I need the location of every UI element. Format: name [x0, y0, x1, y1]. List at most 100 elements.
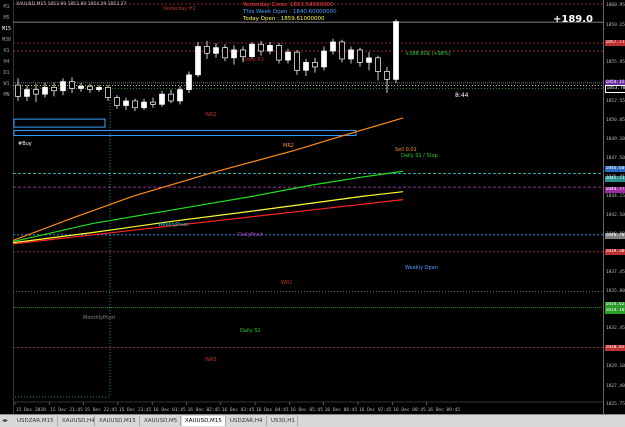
price-tick: 1825.75: [606, 402, 625, 408]
time-label: 16 Dec 03:45: [222, 407, 255, 413]
timeframe-h1[interactable]: H1: [0, 48, 13, 55]
candle-body: [357, 49, 363, 63]
candle-body: [339, 41, 345, 60]
zone-box-2: [13, 129, 357, 136]
price-tick: 1859.25: [606, 22, 625, 28]
timeframe-d1[interactable]: D1: [0, 70, 13, 77]
mr2-label: MR2: [283, 143, 294, 149]
candle-body: [150, 101, 156, 105]
price-tag: 1845.71: [605, 176, 625, 183]
price-tick: 1850.85: [606, 117, 625, 123]
chart-tab[interactable]: USDZAR,H4: [227, 416, 267, 426]
zone-box-1: [13, 118, 106, 128]
price-tick: 1835.80: [606, 288, 625, 294]
wr2-label: WR2: [205, 112, 217, 118]
price-tag: 1857.71: [605, 39, 625, 46]
yesterday-close-text: Yesterday Close: 1853.54000000: [243, 2, 334, 8]
candle-body: [222, 47, 228, 59]
candle-body: [204, 46, 210, 54]
time-label: 15 Dec 2020: [16, 407, 46, 413]
time-label: 15 Dec 22:45: [85, 407, 118, 413]
daily-s1-label: Daily S1: [240, 328, 261, 334]
candle: [159, 90, 165, 107]
price-tick: 1829.10: [606, 364, 625, 370]
price-tick: 1832.45: [606, 326, 625, 332]
candle: [330, 38, 336, 55]
price-tag: 1846.60: [605, 166, 625, 172]
candle: [60, 78, 66, 96]
timeframe-m30[interactable]: M30: [0, 37, 13, 44]
timeframe-w1[interactable]: W1: [0, 81, 13, 88]
price-tick: 1837.45: [606, 269, 625, 275]
candle: [177, 86, 183, 105]
profit-display: +189.0: [553, 14, 594, 25]
daily-pivot-label: DailyPivot: [238, 232, 263, 238]
time-label: 15 Dec 23:45: [119, 407, 152, 413]
time-label: 15 Dec 21:45: [50, 407, 83, 413]
candle: [15, 78, 21, 101]
candle: [393, 19, 399, 83]
candle-body: [393, 21, 399, 80]
timeframe-h4[interactable]: H4: [0, 59, 13, 66]
candle: [69, 77, 75, 94]
price-tick: 1842.50: [606, 212, 625, 218]
chart-tab[interactable]: XAUUSD,M15: [182, 416, 226, 426]
candle-body: [321, 50, 327, 68]
candle: [123, 97, 129, 111]
week-open-label: This Week Open: [243, 9, 288, 15]
chart-tab[interactable]: XAUUSD,M15: [96, 416, 140, 426]
candle-body: [87, 85, 93, 90]
chart-tab[interactable]: XAUUSD,H4: [59, 416, 95, 426]
price-tick: 1844.15: [606, 193, 625, 199]
candle: [348, 46, 354, 64]
candle: [366, 52, 372, 71]
timeframe-m5[interactable]: M5: [0, 15, 13, 22]
candle: [303, 58, 309, 76]
candle: [339, 39, 345, 63]
candle-body: [69, 81, 75, 89]
candle-body: [141, 101, 147, 109]
candle-body: [195, 46, 201, 76]
candle: [114, 95, 120, 109]
candle-body: [276, 45, 282, 61]
candle: [105, 85, 111, 101]
candle: [132, 98, 138, 112]
price-tick: 1860.95: [606, 3, 625, 9]
tab-scroll-arrows-icon[interactable]: ◂▸: [2, 416, 8, 426]
candle: [204, 40, 210, 59]
candle-body: [114, 97, 120, 106]
chart-tab[interactable]: USDZAR,M15: [14, 416, 58, 426]
candle-body: [96, 86, 102, 90]
chart-tab[interactable]: XAUUSD,M5: [141, 416, 181, 426]
ma-yellow: [13, 191, 404, 244]
today-open-label: Today Open: [243, 16, 276, 22]
timeframe-m1[interactable]: M1: [0, 4, 13, 11]
candle-body: [303, 62, 309, 71]
candle: [51, 82, 57, 97]
chart-tab[interactable]: US30,H1: [268, 416, 298, 426]
timeframe-mn[interactable]: MN: [0, 92, 13, 99]
chart-canvas[interactable]: 15 Dec 2020 15 Dec 21:45 15 Dec 22:45 15 De…: [13, 0, 603, 414]
price-tag: 1844.77: [605, 186, 625, 193]
candle-body: [267, 45, 273, 52]
timeframe-m15[interactable]: M15: [0, 26, 13, 33]
candle: [384, 66, 390, 94]
wr3-label: WR3: [205, 357, 217, 363]
price-tick: 1849.20: [606, 136, 625, 142]
candle: [267, 41, 273, 55]
candle-body: [78, 85, 84, 89]
time-label: 16 Dec 05:45: [290, 407, 323, 413]
price-tag: 1830.85: [605, 344, 625, 351]
candle-timer: 8:44: [455, 92, 469, 99]
candle: [357, 47, 363, 67]
candle-body: [231, 49, 237, 59]
candle: [33, 83, 39, 103]
price-tick: 1847.50: [606, 155, 625, 161]
price-chart[interactable]: 15 Dec 2020 15 Dec 21:45 15 Dec 22:45 15 De…: [13, 0, 603, 414]
candle-body: [33, 89, 39, 95]
candle-body: [384, 71, 390, 80]
price-axis[interactable]: 1860.951859.251857.601855.951854.201852.…: [603, 0, 625, 414]
daily-r1-label: Daily R1: [243, 57, 264, 63]
today-open-value: : 1859.61000000: [277, 16, 325, 22]
candle: [168, 89, 174, 104]
